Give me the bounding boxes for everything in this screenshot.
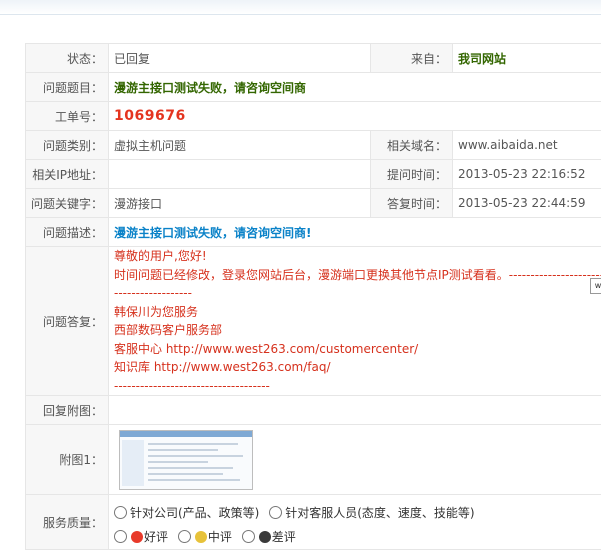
answer-line: 韩保川为您服务 [114,304,199,319]
answered-time-label: 答复时间： [370,188,453,218]
row-keyword: 问题关键字： 漫游接口 答复时间： 2013-05-23 22:44:59 [25,188,601,218]
asked-time-label: 提问时间： [370,159,453,189]
row-ip: 相关IP地址： 提问时间： 2013-05-23 22:16:52 [25,159,601,189]
quality-cell: 针对公司(产品、政策等) 针对客服人员(态度、速度、技能等) 好评 中评 差评 [108,494,601,550]
answer-line: 知识库 http://www.west263.com/faq/ [114,360,331,374]
status-label: 状态： [25,43,109,73]
ip-value [108,159,371,189]
row-ticket-id: 工单号： 1069676 [25,101,601,131]
answer-line: 时间问题已经修改，登录您网站后台，漫游端口更换其他节点IP测试看看。------… [114,267,601,282]
ticket-id-value: 1069676 [108,101,601,131]
top-band [0,0,601,15]
from-value: 我司网站 [452,43,601,73]
title-label: 问题题目： [25,72,109,102]
tooltip-tab[interactable]: w [590,278,601,294]
rating-good[interactable]: 好评 [114,530,168,544]
status-value: 已回复 [108,43,371,73]
attachment-thumbnail[interactable] [119,430,253,490]
red-face-icon [131,531,143,543]
answer-line: 尊敬的用户,您好! [114,249,207,263]
quality-option-staff[interactable]: 针对客服人员(态度、速度、技能等) [269,506,475,520]
domain-value: www.aibaida.net [452,130,601,160]
radio-icon[interactable] [269,506,283,519]
row-reply-image: 回复附图： [25,395,601,425]
radio-icon[interactable] [114,506,127,519]
attachment-cell [108,424,601,495]
rating-neutral[interactable]: 中评 [177,530,232,544]
answered-time-value: 2013-05-23 22:44:59 [452,188,601,218]
row-quality: 服务质量： 针对公司(产品、政策等) 针对客服人员(态度、速度、技能等) 好评 … [25,494,601,550]
asked-time-value: 2013-05-23 22:16:52 [452,159,601,189]
row-title: 问题题目： 漫游主接口测试失败，请咨询空间商 [25,72,601,102]
reply-image-label: 回复附图： [25,395,109,425]
ticket-id-label: 工单号： [25,101,109,131]
yellow-face-icon [194,531,207,543]
answer-line: ------------------ [114,286,192,300]
description-label: 问题描述： [25,217,109,247]
row-description: 问题描述： 漫游主接口测试失败，请咨询空间商! [25,217,601,247]
answer-line: 客服中心 http://www.west263.com/customercent… [114,341,419,356]
keyword-value: 漫游接口 [108,188,371,218]
quality-option-company[interactable]: 针对公司(产品、政策等) [114,506,259,520]
attachment-label: 附图1： [25,424,109,495]
category-value: 虚拟主机问题 [108,130,371,160]
keyword-label: 问题关键字： [25,188,109,218]
radio-icon[interactable] [114,530,127,543]
dark-face-icon [258,531,271,543]
row-attachment: 附图1： [25,424,601,495]
title-value: 漫游主接口测试失败，请咨询空间商 [108,72,601,102]
reply-image-value [108,395,601,425]
ticket-detail-table: 状态： 已回复 来自： 我司网站 问题题目： 漫游主接口测试失败，请咨询空间商 … [25,43,601,550]
row-status: 状态： 已回复 来自： 我司网站 [25,43,601,73]
answer-label: 问题答复： [25,246,109,396]
radio-icon[interactable] [241,530,255,543]
from-label: 来自： [370,43,453,73]
answer-line: 西部数码客户服务部 [114,323,223,337]
category-label: 问题类别： [25,130,109,160]
ip-label: 相关IP地址： [25,159,109,189]
answer-line: ------------------------------------ [114,378,270,393]
quality-label: 服务质量： [25,494,109,550]
row-answer: 问题答复： 尊敬的用户,您好! 时间问题已经修改，登录您网站后台，漫游端口更换其… [25,246,601,396]
description-value: 漫游主接口测试失败，请咨询空间商! [108,217,601,247]
answer-text: 尊敬的用户,您好! 时间问题已经修改，登录您网站后台，漫游端口更换其他节点IP测… [108,246,601,396]
domain-label: 相关域名： [370,130,453,160]
radio-icon[interactable] [177,530,191,543]
row-category: 问题类别： 虚拟主机问题 相关域名： www.aibaida.net [25,130,601,160]
rating-bad[interactable]: 差评 [241,530,296,544]
